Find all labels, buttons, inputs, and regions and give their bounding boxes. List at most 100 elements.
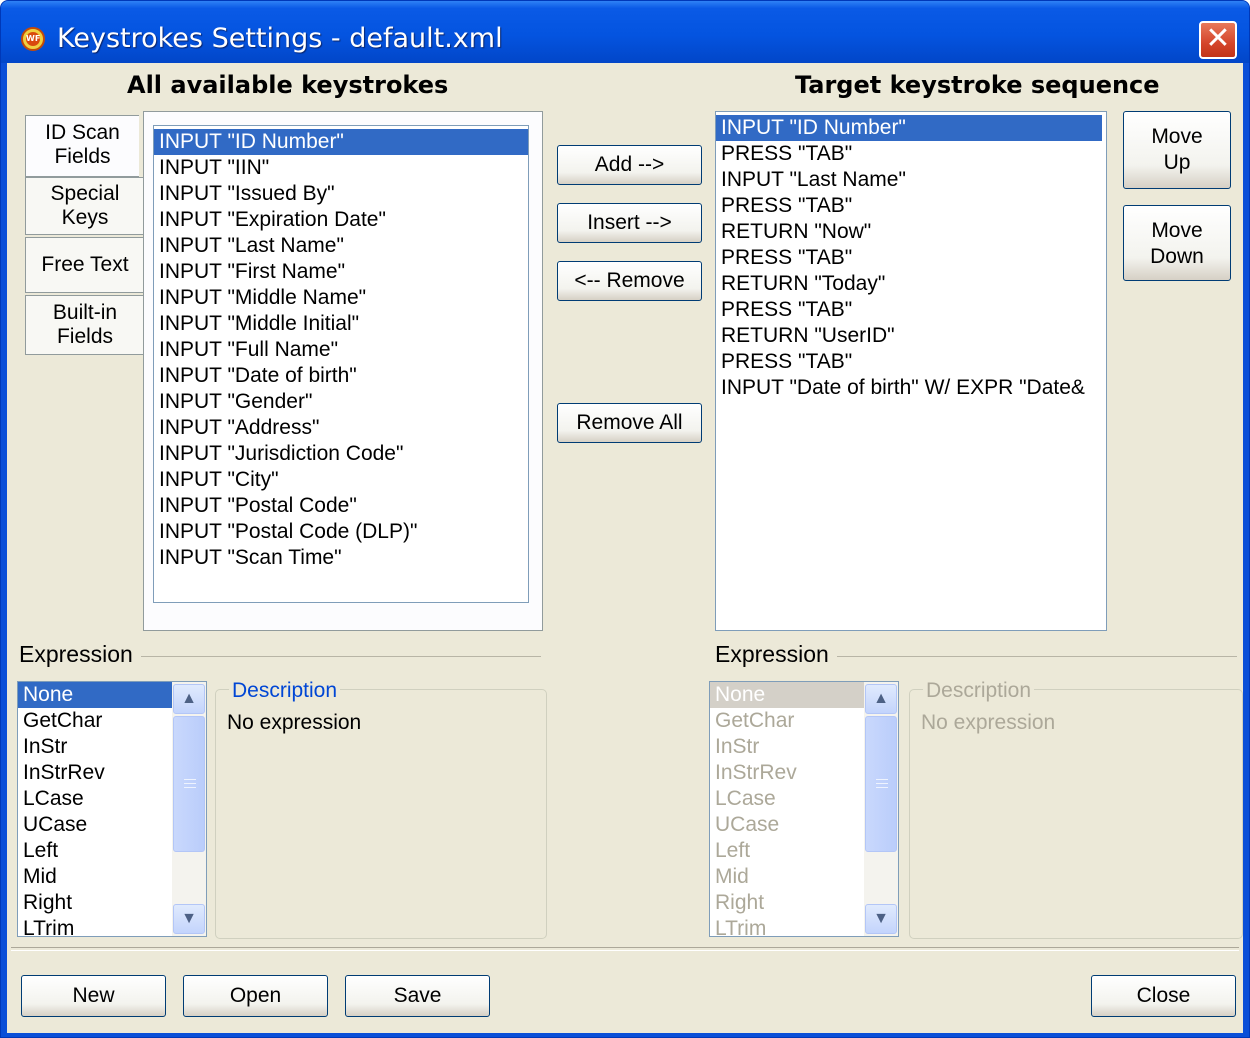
button-label: Move [1151,125,1203,148]
scroll-down-arrow-icon[interactable]: ▼ [173,904,205,934]
expression-list-item[interactable]: InStrRev [18,760,172,786]
description-text: No expression [227,711,362,734]
tab-label: Free Text [41,253,129,276]
keystrokes-settings-window: WF Keystrokes Settings - default.xml ✕ A… [0,0,1250,1038]
expression-list-item[interactable]: Right [710,890,864,916]
add-button[interactable]: Add --> [557,145,702,185]
target-sequence-list[interactable]: INPUT "ID Number" PRESS "TAB" INPUT "Last … [715,111,1107,631]
expression-list-item[interactable]: LTrim [18,916,172,936]
tab-label: Special [50,182,120,205]
remove-button[interactable]: <-- Remove [557,261,702,301]
keystroke-list-item[interactable]: INPUT "Middle Name" [154,285,528,311]
scrollbar-thumb[interactable] [173,716,205,852]
keystroke-list-item[interactable]: INPUT "Date of birth" [154,363,528,389]
expression-list-item[interactable]: UCase [18,812,172,838]
tab-label: Keys [61,206,109,229]
scroll-down-arrow-icon[interactable]: ▼ [865,904,897,934]
sequence-list-item[interactable]: RETURN "Today" [716,271,1102,297]
expression-list-item[interactable]: None [18,682,172,708]
expression-list-item[interactable]: InStrRev [710,760,864,786]
expression-list-item[interactable]: Mid [18,864,172,890]
expression-list-item[interactable]: UCase [710,812,864,838]
expression-list[interactable]: None GetChar InStr InStrRev LCase UCase Left Mi… [17,681,207,937]
sequence-list-item[interactable]: INPUT "Last Name" [716,167,1102,193]
keystroke-list-item[interactable]: INPUT "Postal Code (DLP)" [154,519,528,545]
remove-all-button[interactable]: Remove All [557,403,702,443]
tab-special-keys[interactable]: Special Keys [25,177,145,235]
sequence-list-item[interactable]: PRESS "TAB" [716,297,1102,323]
sequence-list-item[interactable]: RETURN "Now" [716,219,1102,245]
tab-id-scan-fields[interactable]: ID Scan Fields [25,115,139,177]
keystroke-list-item[interactable]: INPUT "Scan Time" [154,545,528,571]
sequence-list-item[interactable]: PRESS "TAB" [716,141,1102,167]
tab-label: Fields [54,145,111,168]
keystroke-list-item[interactable]: INPUT "Last Name" [154,233,528,259]
keystroke-list-item[interactable]: INPUT "Postal Code" [154,493,528,519]
title-bar[interactable]: WF Keystrokes Settings - default.xml ✕ [1,1,1249,63]
expression-list-item[interactable]: None [710,682,864,708]
keystroke-list-item[interactable]: INPUT "Jurisdiction Code" [154,441,528,467]
save-button[interactable]: Save [345,975,490,1017]
scroll-up-arrow-icon[interactable]: ▲ [865,684,897,714]
keystroke-list-item[interactable]: INPUT "Expiration Date" [154,207,528,233]
button-label: Down [1150,245,1204,268]
expression-list-item[interactable]: LCase [18,786,172,812]
new-button[interactable]: New [21,975,166,1017]
expression-list-item[interactable]: InStr [710,734,864,760]
expression-label: Expression [19,641,141,668]
expression-list-item[interactable]: InStr [18,734,172,760]
expression-list-item[interactable]: Left [710,838,864,864]
expression-scrollbar[interactable]: ▲ ▼ [864,682,898,936]
keystroke-list-item[interactable]: INPUT "Address" [154,415,528,441]
keystroke-list-item[interactable]: INPUT "Full Name" [154,337,528,363]
insert-button[interactable]: Insert --> [557,203,702,243]
sequence-list-item[interactable]: INPUT "Date of birth" W/ EXPR "Date& [716,375,1102,401]
tab-free-text[interactable]: Free Text [25,237,145,293]
scrollbar-thumb[interactable] [865,716,897,852]
sequence-list-item[interactable]: PRESS "TAB" [716,193,1102,219]
expression-list-item[interactable]: Left [18,838,172,864]
open-button[interactable]: Open [183,975,328,1017]
move-up-button[interactable]: Move Up [1123,111,1231,189]
expression-list-item[interactable]: LCase [710,786,864,812]
target-expression-list[interactable]: None GetChar InStr InStrRev LCase UCase Left Mi… [709,681,899,937]
description-title: Description [923,679,1035,703]
tab-label: Fields [56,325,114,348]
available-keystrokes-heading: All available keystrokes [127,71,449,99]
keystroke-list-item[interactable]: INPUT "Issued By" [154,181,528,207]
scroll-up-arrow-icon[interactable]: ▲ [173,684,205,714]
button-label: Move [1151,219,1203,242]
expression-list-item[interactable]: Mid [710,864,864,890]
keystroke-list-item[interactable]: INPUT "City" [154,467,528,493]
available-keystrokes-list[interactable]: INPUT "ID Number" INPUT "IIN" INPUT "Issue… [153,125,529,603]
tab-label: Built-in [52,301,118,324]
tab-built-in-fields[interactable]: Built-in Fields [25,295,145,355]
expression-list-item[interactable]: LTrim [710,916,864,936]
expression-label: Expression [715,641,837,668]
sequence-list-item[interactable]: PRESS "TAB" [716,245,1102,271]
move-down-button[interactable]: Move Down [1123,205,1231,281]
sequence-list-item[interactable]: PRESS "TAB" [716,349,1102,375]
tab-label: ID Scan [45,121,120,144]
target-sequence-heading: Target keystroke sequence [795,71,1160,99]
keystroke-list-item[interactable]: INPUT "IIN" [154,155,528,181]
keystroke-list-item[interactable]: INPUT "First Name" [154,259,528,285]
close-button[interactable]: Close [1091,975,1236,1017]
sequence-list-item[interactable]: INPUT "ID Number" [716,115,1102,141]
footer-separator [11,947,1239,951]
button-label: Up [1163,151,1191,174]
client-area: All available keystrokes ID Scan Fields … [7,63,1243,1033]
expression-list-item[interactable]: Right [18,890,172,916]
app-icon: WF [21,27,45,51]
sequence-list-item[interactable]: RETURN "UserID" [716,323,1102,349]
expression-list-item[interactable]: GetChar [710,708,864,734]
window-title: Keystrokes Settings - default.xml [57,23,503,54]
description-title: Description [229,679,341,703]
keystroke-list-item[interactable]: INPUT "Middle Initial" [154,311,528,337]
keystroke-list-item[interactable]: INPUT "ID Number" [154,129,528,155]
description-text: No expression [921,711,1056,734]
expression-list-item[interactable]: GetChar [18,708,172,734]
expression-scrollbar[interactable]: ▲ ▼ [172,682,206,936]
close-window-button[interactable]: ✕ [1199,21,1237,59]
keystroke-list-item[interactable]: INPUT "Gender" [154,389,528,415]
